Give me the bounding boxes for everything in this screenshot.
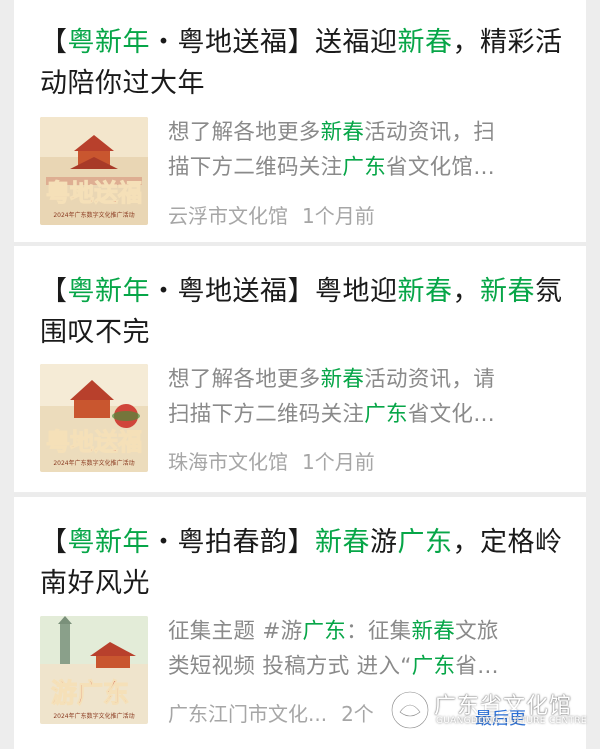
thumb-caption: 2024年广东数字文化推广活动 [53,211,134,219]
thumb-title-text: 粤地送福 [46,178,142,207]
article-meta: 云浮市文化馆 1个月前 [168,200,375,229]
watermark-english: GUANGDONG CULTURE CENTRE [436,716,587,726]
thumb-title-text: 粤地送福 [46,427,142,456]
article-title[interactable]: 【粤新年・粤地送福】送福迎新春，精彩活动陪你过大年 [40,22,570,104]
article-title[interactable]: 【粤新年・粤地送福】粤地迎新春，新春氛围叹不完 [40,271,570,353]
article-thumbnail[interactable]: 粤地送福 2024年广东数字文化推广活动 [40,117,148,225]
article-summary: 征集主题 #游广东：征集新春文旅 类短视频 投稿方式 进入“广东省… [168,619,499,679]
article-thumbnail[interactable]: 粤地送福 2024年广东数字文化推广活动 [40,364,148,472]
article-meta: 珠海市文化馆 1个月前 [168,446,375,475]
article-source: 广东江门市文化... [168,702,328,726]
article-source: 珠海市文化馆 [168,450,288,474]
article-summary: 想了解各地更多新春活动资讯，扫 描下方二维码关注广东省文化馆… [168,120,496,180]
article-card[interactable]: 【粤新年・粤地送福】粤地迎新春，新春氛围叹不完 粤地送福 2024年广东数字文化… [14,246,586,492]
article-card[interactable]: 【粤新年・粤地送福】送福迎新春，精彩活动陪你过大年 粤地送福 2024年广东数字… [14,0,586,242]
article-meta: 广东江门市文化... 2个 [168,698,374,727]
article-summary: 想了解各地更多新春活动资讯，请 扫描下方二维码关注广东省文化… [168,367,496,427]
article-thumbnail[interactable]: 游广东 2024年广东数字文化推广活动 [40,616,148,724]
thumb-title-text: 游广东 [51,678,129,709]
watermark-logo-icon [390,690,430,730]
thumb-caption: 2024年广东数字文化推广活动 [53,459,134,467]
article-source: 云浮市文化馆 [168,204,288,228]
article-time: 1个月前 [302,450,375,474]
article-time: 2个 [341,702,374,726]
article-time: 1个月前 [302,204,375,228]
watermark: 广东省文化馆 最后更 GUANGDONG CULTURE CENTRE [388,688,600,749]
article-title[interactable]: 【粤新年・粤拍春韵】新春游广东，定格岭南好风光 [40,522,570,604]
thumb-caption: 2024年广东数字文化推广活动 [53,712,134,720]
